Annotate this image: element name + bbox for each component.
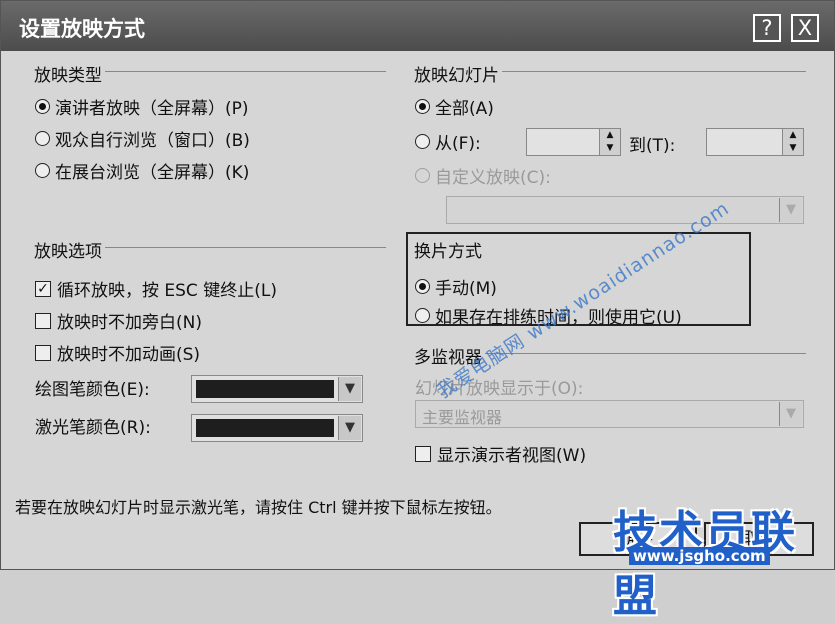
radio-circle-icon [35, 163, 50, 178]
radio-custom-show[interactable]: 自定义放映(C): [415, 163, 551, 188]
checkbox-icon [35, 344, 51, 361]
check-loop-label: 循环放映，按 ESC 键终止(L) [57, 281, 277, 301]
radio-advance-manual[interactable]: 手动(M) [415, 274, 497, 299]
spinner-arrows-icon[interactable]: ▲ ▼ [782, 129, 803, 155]
radio-dot-icon [35, 99, 50, 114]
radio-circle-icon [415, 168, 430, 183]
from-slide-spinner[interactable]: ▲ ▼ [526, 128, 621, 156]
radio-custom-show-label: 自定义放映(C): [435, 168, 551, 188]
display-monitor-select[interactable]: 主要监视器 ▼ [415, 400, 804, 428]
radio-circle-icon [35, 131, 50, 146]
radio-browsed-window-label: 观众自行浏览（窗口）(B) [55, 131, 250, 151]
slides-legend: 放映幻灯片 [411, 61, 502, 86]
check-presenter-view-label: 显示演示者视图(W) [437, 446, 587, 466]
radio-kiosk-label: 在展台浏览（全屏幕）(K) [55, 163, 250, 183]
check-loop[interactable]: ✓ 循环放映，按 ESC 键终止(L) [35, 276, 277, 301]
radio-circle-icon [415, 134, 430, 149]
laser-color-picker[interactable]: ▼ [191, 414, 363, 442]
custom-show-select[interactable]: ▼ [446, 196, 804, 224]
laser-hint-text: 若要在放映幻灯片时显示激光笔，请按住 Ctrl 键并按下鼠标左按钮。 [15, 498, 502, 517]
radio-dot-icon [415, 279, 430, 294]
title-bar: 设置放映方式 ? X [1, 1, 834, 51]
to-slide-spinner[interactable]: ▲ ▼ [706, 128, 804, 156]
check-no-animation-label: 放映时不加动画(S) [57, 345, 201, 365]
radio-from-slide[interactable]: 从(F): [415, 129, 481, 154]
laser-color-label: 激光笔颜色(R): [35, 418, 151, 438]
radio-advance-manual-label: 手动(M) [435, 279, 497, 299]
radio-all-slides-label: 全部(A) [435, 99, 494, 119]
chevron-down-icon[interactable]: ▼ [779, 198, 802, 222]
pen-color-label: 绘图笔颜色(E): [35, 380, 150, 400]
to-slide-label: 到(T): [629, 136, 676, 156]
radio-presenter-label: 演讲者放映（全屏幕）(P) [55, 99, 249, 119]
show-options-legend: 放映选项 [31, 237, 105, 262]
radio-presenter[interactable]: 演讲者放映（全屏幕）(P) [35, 94, 249, 119]
checkbox-icon [35, 312, 51, 329]
check-presenter-view[interactable]: 显示演示者视图(W) [415, 441, 586, 466]
pen-color-picker[interactable]: ▼ [191, 375, 363, 403]
chevron-down-icon[interactable]: ▼ [338, 377, 361, 401]
check-no-narration[interactable]: 放映时不加旁白(N) [35, 308, 202, 333]
radio-browsed-window[interactable]: 观众自行浏览（窗口）(B) [35, 126, 250, 151]
pen-color-swatch [196, 380, 334, 398]
radio-circle-icon [415, 308, 430, 323]
checkbox-icon [415, 445, 431, 462]
setup-show-dialog: 设置放映方式 ? X 放映类型 演讲者放映（全屏幕）(P) 观众自行浏览（窗口）… [0, 0, 835, 622]
radio-dot-icon [415, 99, 430, 114]
show-type-legend: 放映类型 [31, 61, 105, 86]
check-no-narration-label: 放映时不加旁白(N) [57, 313, 202, 333]
help-button[interactable]: ? [753, 14, 781, 42]
dialog-title: 设置放映方式 [19, 17, 145, 41]
check-no-animation[interactable]: 放映时不加动画(S) [35, 340, 200, 365]
radio-kiosk[interactable]: 在展台浏览（全屏幕）(K) [35, 158, 249, 183]
chevron-down-icon[interactable]: ▼ [779, 402, 802, 426]
watermark-url: www.jsgho.com [629, 547, 770, 565]
radio-from-slide-label: 从(F): [435, 134, 481, 154]
spinner-arrows-icon[interactable]: ▲ ▼ [599, 129, 620, 155]
display-monitor-value: 主要监视器 [422, 408, 503, 427]
close-button[interactable]: X [791, 14, 819, 42]
laser-color-swatch [196, 419, 334, 437]
checkmark-icon: ✓ [35, 280, 51, 297]
advance-legend: 换片方式 [414, 242, 482, 262]
chevron-down-icon[interactable]: ▼ [338, 416, 361, 440]
radio-all-slides[interactable]: 全部(A) [415, 94, 494, 119]
